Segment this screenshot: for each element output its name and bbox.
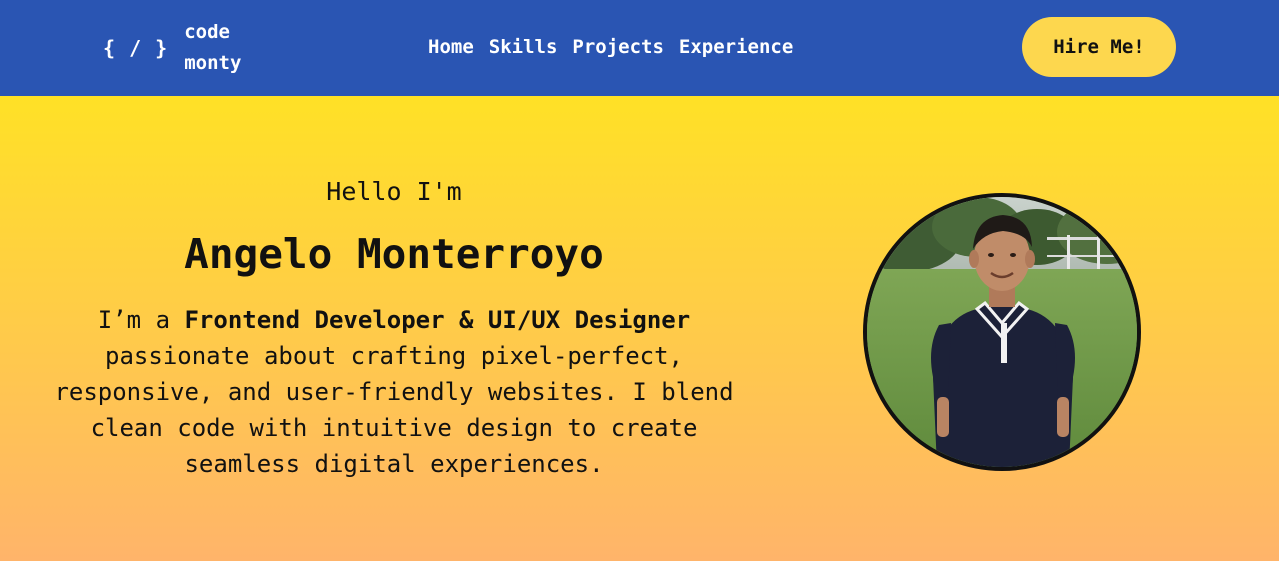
logo-link[interactable]: { / } code monty [103,16,241,80]
nav-link-home[interactable]: Home [428,32,474,62]
profile-photo-illustration [867,197,1137,467]
nav-link-experience[interactable]: Experience [679,32,793,62]
nav-link-skills[interactable]: Skills [489,32,558,62]
hire-me-button[interactable]: Hire Me! [1022,17,1176,77]
hero-bio: I’m a Frontend Developer & UI/UX Designe… [40,302,748,482]
hero-section: Hello I'm Angelo Monterroyo I’m a Fronte… [0,96,1279,561]
code-logo-icon: { / } [103,36,169,60]
navbar: { / } code monty Home Skills Projects Ex… [0,0,1279,96]
bio-prefix: I’m a [97,306,185,334]
nav-menu: Home Skills Projects Experience [428,32,793,62]
logo-text: code monty [184,17,241,79]
logo-text-line1: code [184,21,230,43]
logo-text-line2: monty [184,52,242,74]
nav-link-projects[interactable]: Projects [572,32,664,62]
hero-greeting: Hello I'm [326,177,462,206]
portfolio-page: { / } code monty Home Skills Projects Ex… [0,0,1279,561]
profile-photo [863,193,1141,471]
hero-intro: Hello I'm Angelo Monterroyo I’m a Fronte… [40,174,748,482]
bio-role: Frontend Developer & UI/UX Designer [184,306,691,334]
hero-name: Angelo Monterroyo [184,230,604,278]
bio-rest: passionate about crafting pixel-perfect,… [54,342,734,478]
